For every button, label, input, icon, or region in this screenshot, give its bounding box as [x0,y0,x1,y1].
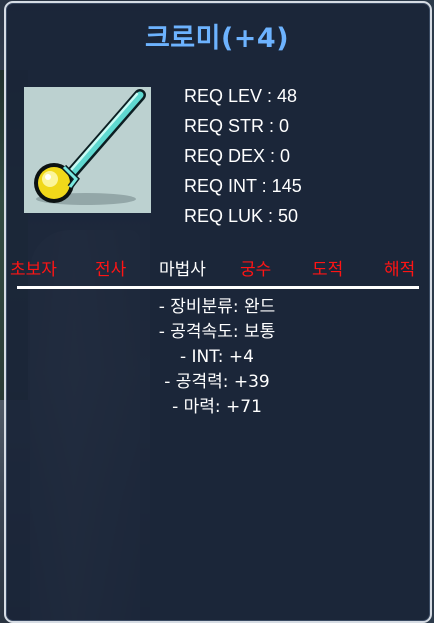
stat-attack: - 공격력: +39 [164,372,270,392]
req-luk: REQ LUK : 50 [184,206,299,226]
stat-int: - INT: +4 [180,347,254,367]
job-warrior: 전사 [95,260,127,280]
stat-attack-speed: - 공격속도: 보통 [158,322,276,342]
job-beginner: 초보자 [10,260,57,280]
requirements-list: REQ LEV : 48 REQ STR : 0 REQ DEX : 0 REQ… [184,84,302,234]
req-dex: REQ DEX : 0 [184,146,291,166]
stat-category: - 장비분류: 완드 [158,297,276,317]
job-bowman: 궁수 [240,260,272,280]
job-thief: 도적 [312,260,344,280]
req-str: REQ STR : 0 [184,116,290,136]
divider [17,286,419,289]
item-name: 크로미(+4) [144,23,290,54]
job-list: 초보자 전사 마법사 궁수 도적 해적 [0,255,434,281]
job-pirate: 해적 [384,260,416,280]
job-magician: 마법사 [159,260,206,280]
req-int: REQ INT : 145 [184,176,302,196]
wand-icon [34,89,146,205]
item-icon-frame [24,87,151,213]
stats-list: - 장비분류: 완드 - 공격속도: 보통 - INT: +4 - 공격력: +… [0,295,434,420]
stat-magic: - 마력: +71 [172,397,262,417]
req-level: REQ LEV : 48 [184,86,298,106]
